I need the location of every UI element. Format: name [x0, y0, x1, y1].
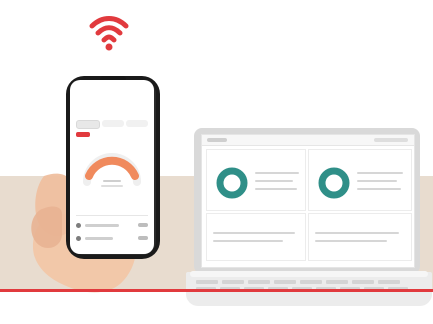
- laptop-keyboard: [196, 278, 422, 298]
- phone-tab-3[interactable]: [126, 120, 148, 127]
- phone-list-item-2[interactable]: [76, 233, 148, 243]
- laptop-panel-2-line-1: [357, 172, 403, 174]
- phone-list-item-2-text: [85, 236, 113, 240]
- laptop-donut-1: [216, 167, 248, 199]
- laptop-screen: [201, 134, 415, 268]
- keyboard-key: [378, 280, 400, 284]
- laptop-panel-2-line-2: [357, 180, 397, 182]
- phone-tab-1[interactable]: [76, 120, 100, 129]
- laptop-panel-1-line-3: [255, 188, 297, 190]
- keyboard-key: [300, 280, 322, 284]
- laptop-panel-1-line-1: [255, 172, 299, 174]
- keyboard-key: [352, 280, 374, 284]
- laptop-panel-3: [206, 213, 306, 261]
- phone-list-item-1-toggle[interactable]: [138, 223, 148, 227]
- laptop-panel-3-line-2: [213, 240, 283, 242]
- keyboard-key: [274, 280, 296, 284]
- keyboard-key: [196, 280, 218, 284]
- laptop-panel-1: [206, 149, 306, 211]
- laptop-panel-4-line-1: [315, 232, 399, 234]
- laptop-panel-4-line-2: [315, 240, 387, 242]
- keyboard-key: [248, 280, 270, 284]
- laptop-panel-2-line-3: [357, 188, 401, 190]
- phone-tabs[interactable]: [76, 120, 148, 129]
- phone-gauge: [83, 153, 141, 197]
- laptop-topbar: [202, 135, 414, 146]
- phone-screen: [70, 80, 154, 254]
- phone-status-badge: [76, 132, 90, 137]
- laptop-panel-4: [308, 213, 412, 261]
- phone-list-item-1-text: [85, 223, 119, 227]
- keyboard-key: [326, 280, 348, 284]
- laptop-donut-2: [318, 167, 350, 199]
- phone-divider: [76, 215, 148, 216]
- keyboard-key: [222, 280, 244, 284]
- accent-line: [0, 289, 433, 292]
- laptop-search[interactable]: [374, 138, 408, 142]
- phone-list-item-2-toggle[interactable]: [138, 236, 148, 240]
- laptop-panel-3-line-1: [213, 232, 295, 234]
- phone-list-item-2-icon: [76, 235, 81, 241]
- laptop-hinge: [190, 271, 428, 277]
- laptop-panel-1-line-2: [255, 180, 293, 182]
- phone-list-item-1-icon: [76, 222, 81, 228]
- phone-tab-2[interactable]: [102, 120, 124, 127]
- laptop-panel-2: [308, 149, 412, 211]
- laptop-app-logo: [207, 138, 227, 142]
- phone-list-item-1[interactable]: [76, 220, 148, 230]
- marketing-scene: [0, 0, 433, 324]
